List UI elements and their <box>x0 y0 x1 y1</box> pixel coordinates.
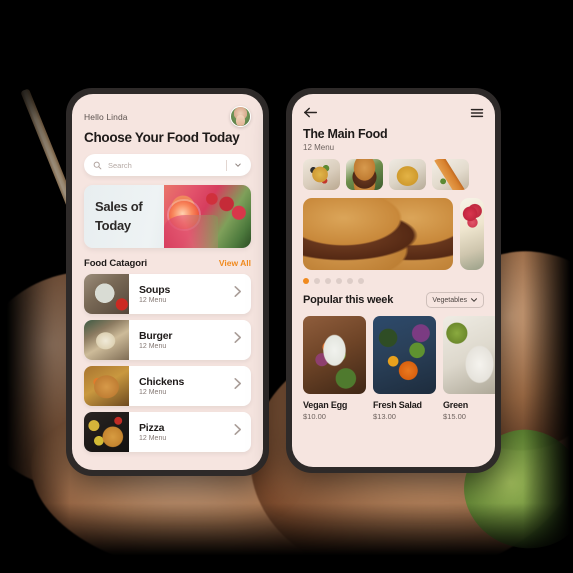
product-name: Fresh Salad <box>373 400 422 410</box>
category-filter-dropdown[interactable]: Vegetables <box>426 292 484 308</box>
category-chevron[interactable] <box>233 285 251 303</box>
chevron-right-icon <box>234 424 242 435</box>
hero-image-burger[interactable] <box>303 198 453 270</box>
category-name: Chickens <box>139 376 185 388</box>
category-list: Soups 12 Menu Burger 12 Menu Chickens 12… <box>84 274 251 452</box>
product-name: Green <box>443 400 469 410</box>
product-name: Vegan Egg <box>303 400 348 410</box>
category-section-header: Food Catagori View All <box>84 258 251 269</box>
section-title: Food Catagori <box>84 258 148 269</box>
carousel-dot-4[interactable] <box>336 278 342 284</box>
carousel-dot-5[interactable] <box>347 278 353 284</box>
phone-mockup-right: The Main Food 12 Menu Popular this week … <box>286 88 501 473</box>
chevron-right-icon <box>234 332 242 343</box>
category-name: Burger <box>139 330 173 342</box>
search-divider <box>226 159 227 171</box>
product-card-vegan-egg[interactable]: Vegan Egg $10.00 <box>303 316 366 421</box>
left-header: Hello Linda <box>84 106 251 127</box>
product-list: Vegan Egg $10.00 Fresh Salad $13.00 Gree… <box>303 316 495 421</box>
category-chevron[interactable] <box>233 331 251 349</box>
category-menu-count: 12 Menu <box>139 389 167 396</box>
thumbnail-fried-rice[interactable] <box>389 159 426 190</box>
right-nav-bar <box>303 105 484 120</box>
background-fade-bottom <box>0 503 573 573</box>
category-card-chickens[interactable]: Chickens 12 Menu <box>84 366 251 406</box>
greeting-text: Hello Linda <box>84 111 128 122</box>
view-all-link[interactable]: View All <box>219 258 251 268</box>
category-thumbnail <box>84 366 129 406</box>
category-thumbnail <box>84 274 129 314</box>
product-price: $15.00 <box>443 412 466 421</box>
product-card-green[interactable]: Green $15.00 <box>443 316 495 421</box>
thumbnail-burger[interactable] <box>346 159 383 190</box>
chevron-right-icon <box>234 286 242 297</box>
category-name: Pizza <box>139 422 165 434</box>
search-bar[interactable]: Search <box>84 154 251 176</box>
page-subtitle: 12 Menu <box>303 143 335 152</box>
hamburger-menu-icon[interactable] <box>470 107 484 119</box>
product-card-fresh-salad[interactable]: Fresh Salad $13.00 <box>373 316 436 421</box>
promo-line-1: Sales of <box>95 199 143 214</box>
promo-banner[interactable]: Sales of Today <box>84 185 251 248</box>
page-title: The Main Food <box>303 127 388 141</box>
right-phone-screen: The Main Food 12 Menu Popular this week … <box>292 94 495 467</box>
category-card-burger[interactable]: Burger 12 Menu <box>84 320 251 360</box>
arrow-left-icon[interactable] <box>303 106 318 119</box>
search-icon <box>93 161 102 169</box>
background-fade-right <box>523 0 573 573</box>
product-image <box>373 316 436 394</box>
page-title: Choose Your Food Today <box>84 130 240 145</box>
chevron-down-icon <box>471 298 477 302</box>
popular-section-header: Popular this week Vegetables <box>303 292 484 308</box>
category-menu-count: 12 Menu <box>139 343 167 350</box>
search-input[interactable]: Search <box>108 161 226 170</box>
screenshot-stage: Hello Linda Choose Your Food Today Searc… <box>0 0 573 573</box>
category-name: Soups <box>139 284 171 296</box>
left-phone-screen: Hello Linda Choose Your Food Today Searc… <box>72 94 263 470</box>
carousel-dot-3[interactable] <box>325 278 331 284</box>
category-menu-count: 12 Menu <box>139 435 167 442</box>
hero-image-dessert[interactable] <box>460 198 484 270</box>
promo-line-2: Today <box>95 217 131 233</box>
promo-image <box>164 185 251 248</box>
category-card-soups[interactable]: Soups 12 Menu <box>84 274 251 314</box>
carousel-dots[interactable] <box>303 278 484 284</box>
promo-text: Sales of Today <box>95 198 143 236</box>
product-image <box>443 316 495 394</box>
background-fade-left <box>0 0 70 573</box>
chevron-right-icon <box>234 378 242 389</box>
category-chevron[interactable] <box>233 423 251 441</box>
category-card-pizza[interactable]: Pizza 12 Menu <box>84 412 251 452</box>
category-menu-count: 12 Menu <box>139 297 167 304</box>
category-chevron[interactable] <box>233 377 251 395</box>
carousel-dot-1[interactable] <box>303 278 309 284</box>
category-thumbnail <box>84 412 129 452</box>
carousel-dot-6[interactable] <box>358 278 364 284</box>
thumbnail-strip <box>303 159 484 190</box>
product-price: $10.00 <box>303 412 326 421</box>
product-price: $13.00 <box>373 412 396 421</box>
product-image <box>303 316 366 394</box>
thumbnail-pizza[interactable] <box>303 159 340 190</box>
avatar[interactable] <box>230 106 251 127</box>
phone-mockup-left: Hello Linda Choose Your Food Today Searc… <box>66 88 269 476</box>
carousel-dot-2[interactable] <box>314 278 320 284</box>
thumbnail-hotdog[interactable] <box>432 159 469 190</box>
chevron-down-icon[interactable] <box>234 161 242 169</box>
hero-carousel[interactable] <box>303 198 484 270</box>
section-title: Popular this week <box>303 294 394 306</box>
category-thumbnail <box>84 320 129 360</box>
filter-value: Vegetables <box>432 296 467 304</box>
